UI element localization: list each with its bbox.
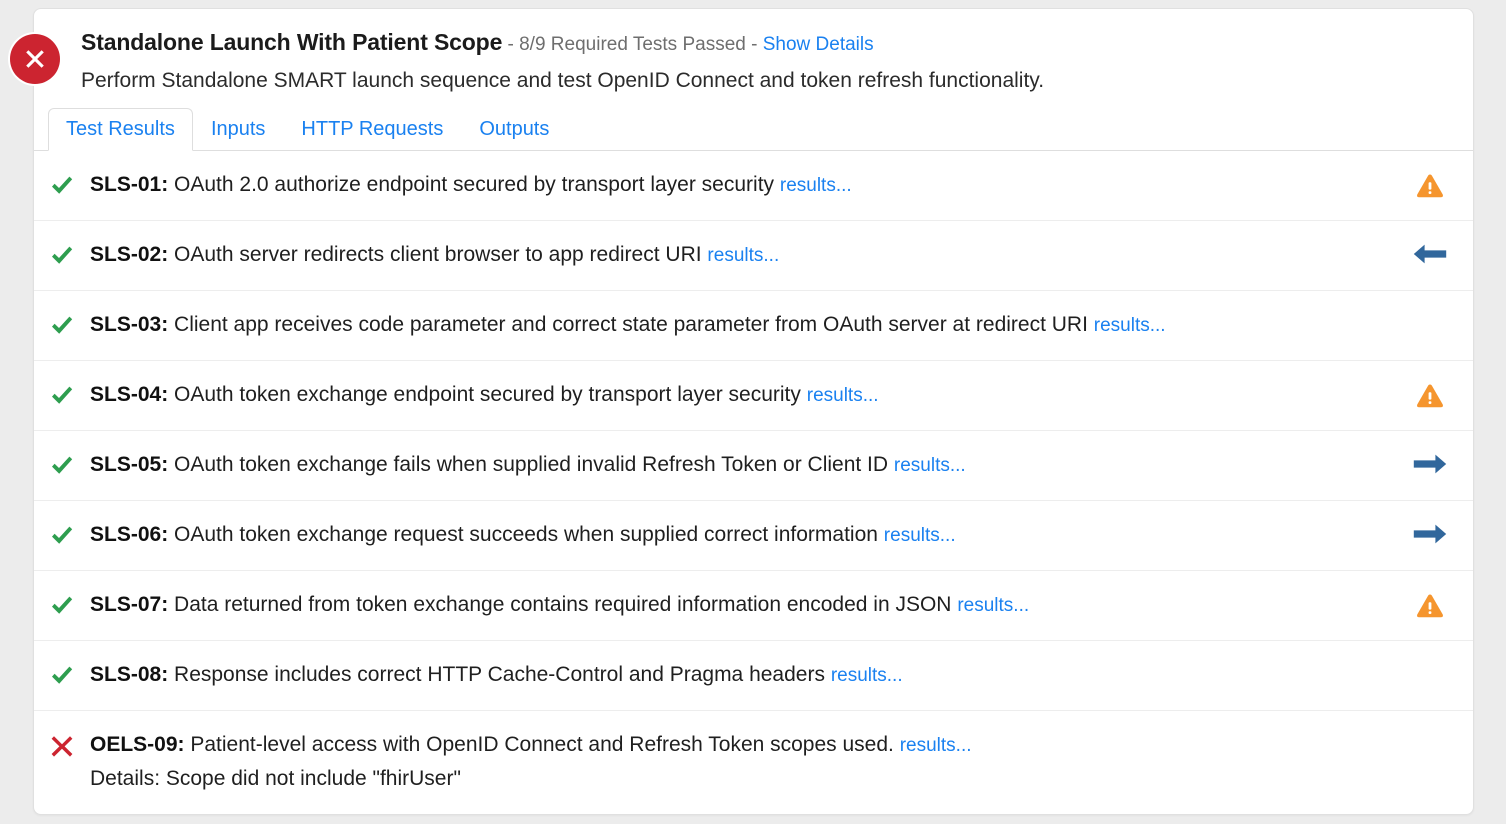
test-result-text: SLS-07: Data returned from token exchang… (90, 591, 1375, 620)
test-result-id: SLS-01: (90, 173, 169, 196)
check-pass-icon (34, 171, 90, 199)
test-result-description: Response includes correct HTTP Cache-Con… (174, 663, 825, 686)
test-result-text: SLS-01: OAuth 2.0 authorize endpoint sec… (90, 171, 1375, 200)
test-result-description: Client app receives code parameter and c… (174, 313, 1088, 336)
test-result-row: SLS-03: Client app receives code paramet… (34, 291, 1473, 361)
test-results-link[interactable]: results... (900, 735, 972, 756)
test-result-id: SLS-07: (90, 593, 169, 616)
test-result-details: Details: Scope did not include "fhirUser… (90, 767, 461, 790)
test-result-description: OAuth server redirects client browser to… (174, 243, 702, 266)
test-result-id: SLS-02: (90, 243, 169, 266)
test-result-id: SLS-08: (90, 663, 169, 686)
test-result-description: Data returned from token exchange contai… (174, 593, 952, 616)
test-result-text: SLS-06: OAuth token exchange request suc… (90, 521, 1375, 550)
test-result-row: SLS-05: OAuth token exchange fails when … (34, 431, 1473, 501)
title-separator-1: - (502, 34, 520, 55)
test-result-description: Patient-level access with OpenID Connect… (190, 733, 894, 756)
test-result-body: SLS-01: OAuth 2.0 authorize endpoint sec… (90, 171, 1387, 200)
app-root: Standalone Launch With Patient Scope - 8… (0, 0, 1506, 824)
test-result-text: SLS-03: Client app receives code paramet… (90, 311, 1375, 340)
tab-http-requests[interactable]: HTTP Requests (283, 108, 461, 151)
check-pass-icon (34, 241, 90, 269)
group-description: Perform Standalone SMART launch sequence… (81, 69, 1045, 92)
test-result-id: SLS-03: (90, 313, 169, 336)
show-details-link[interactable]: Show Details (763, 34, 874, 55)
arrow-right-icon[interactable] (1387, 451, 1473, 475)
test-results-list: SLS-01: OAuth 2.0 authorize endpoint sec… (34, 151, 1473, 814)
page-title: Standalone Launch With Patient Scope (81, 29, 503, 55)
test-result-id: OELS-09: (90, 733, 185, 756)
tab-inputs[interactable]: Inputs (193, 108, 283, 151)
test-group-card: Standalone Launch With Patient Scope - 8… (33, 8, 1474, 815)
tab-bar: Test Results Inputs HTTP Requests Outputs (34, 108, 1473, 151)
test-result-row: SLS-07: Data returned from token exchang… (34, 571, 1473, 641)
test-result-row: SLS-06: OAuth token exchange request suc… (34, 501, 1473, 571)
tab-test-results[interactable]: Test Results (48, 108, 193, 151)
check-pass-icon (34, 381, 90, 409)
test-results-link[interactable]: results... (831, 665, 903, 686)
warning-triangle-icon[interactable] (1387, 381, 1473, 409)
test-results-link[interactable]: results... (1094, 315, 1166, 336)
test-result-description: OAuth token exchange endpoint secured by… (174, 383, 801, 406)
x-fail-icon (34, 731, 90, 759)
tab-outputs[interactable]: Outputs (461, 108, 567, 151)
test-result-row: SLS-02: OAuth server redirects client br… (34, 221, 1473, 291)
check-pass-icon (34, 311, 90, 339)
test-result-body: SLS-06: OAuth token exchange request suc… (90, 521, 1387, 550)
test-result-description: OAuth 2.0 authorize endpoint secured by … (174, 173, 775, 196)
test-result-body: SLS-03: Client app receives code paramet… (90, 311, 1387, 340)
test-result-row: SLS-08: Response includes correct HTTP C… (34, 641, 1473, 711)
arrow-right-icon[interactable] (1387, 521, 1473, 545)
warning-triangle-icon[interactable] (1387, 591, 1473, 619)
row-aside-empty (1387, 661, 1473, 663)
warning-triangle-icon[interactable] (1387, 171, 1473, 199)
test-result-body: SLS-04: OAuth token exchange endpoint se… (90, 381, 1387, 410)
test-result-row: SLS-04: OAuth token exchange endpoint se… (34, 361, 1473, 431)
arrow-left-icon[interactable] (1387, 241, 1473, 265)
title-separator-2: - (745, 34, 763, 55)
group-status-badge (8, 32, 62, 86)
test-result-text: OELS-09: Patient-level access with OpenI… (90, 731, 1375, 760)
test-results-link[interactable]: results... (957, 595, 1029, 616)
test-result-body: SLS-08: Response includes correct HTTP C… (90, 661, 1387, 690)
row-aside-empty (1387, 311, 1473, 313)
check-pass-icon (34, 661, 90, 689)
test-result-description: OAuth token exchange request succeeds wh… (174, 523, 878, 546)
test-results-link[interactable]: results... (707, 245, 779, 266)
row-aside-empty (1387, 731, 1473, 733)
title-line: Standalone Launch With Patient Scope - 8… (81, 27, 1451, 60)
card-header: Standalone Launch With Patient Scope - 8… (34, 9, 1473, 95)
test-results-link[interactable]: results... (884, 525, 956, 546)
test-result-id: SLS-05: (90, 453, 169, 476)
test-result-row: OELS-09: Patient-level access with OpenI… (34, 711, 1473, 814)
circle-x-fail-icon (10, 34, 60, 84)
test-result-row: SLS-01: OAuth 2.0 authorize endpoint sec… (34, 151, 1473, 221)
check-pass-icon (34, 521, 90, 549)
test-result-text: SLS-05: OAuth token exchange fails when … (90, 451, 1375, 480)
test-result-body: SLS-02: OAuth server redirects client br… (90, 241, 1387, 270)
test-result-id: SLS-04: (90, 383, 169, 406)
check-pass-icon (34, 591, 90, 619)
test-results-link[interactable]: results... (894, 455, 966, 476)
test-result-id: SLS-06: (90, 523, 169, 546)
test-summary: 8/9 Required Tests Passed (519, 34, 746, 55)
test-results-link[interactable]: results... (807, 385, 879, 406)
test-result-text: SLS-02: OAuth server redirects client br… (90, 241, 1375, 270)
test-results-link[interactable]: results... (780, 175, 852, 196)
test-result-text: SLS-04: OAuth token exchange endpoint se… (90, 381, 1375, 410)
test-result-text: SLS-08: Response includes correct HTTP C… (90, 661, 1375, 690)
check-pass-icon (34, 451, 90, 479)
test-result-body: SLS-07: Data returned from token exchang… (90, 591, 1387, 620)
test-result-description: OAuth token exchange fails when supplied… (174, 453, 889, 476)
test-result-body: OELS-09: Patient-level access with OpenI… (90, 731, 1387, 794)
test-result-body: SLS-05: OAuth token exchange fails when … (90, 451, 1387, 480)
